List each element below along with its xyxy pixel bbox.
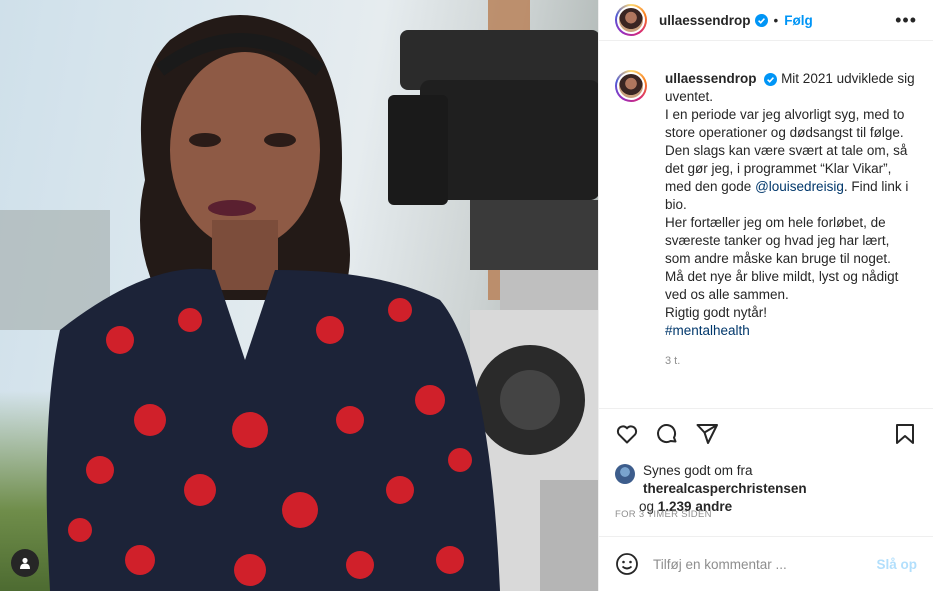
caption: ullaessendrop Mit 2021 udviklede sig uve… (615, 70, 917, 398)
separator-dot: • (773, 12, 779, 28)
liker-avatar[interactable] (615, 464, 635, 484)
comment-box: Tilføj en kommentar ... Slå op (599, 536, 933, 591)
verified-icon (764, 72, 778, 86)
hashtag-link[interactable]: #mentalhealth (665, 323, 750, 338)
post-comment-button[interactable]: Slå op (876, 557, 917, 572)
bookmark-icon[interactable] (893, 422, 917, 446)
comment-input[interactable]: Tilføj en kommentar ... (653, 557, 787, 572)
action-bar (599, 408, 933, 458)
verified-icon (754, 13, 768, 27)
caption-text: ullaessendrop Mit 2021 udviklede sig uve… (665, 70, 917, 398)
likes-prefix: Synes godt om fra (643, 463, 753, 478)
username-link[interactable]: ullaessendrop (659, 13, 751, 28)
photo-illustration (46, 15, 598, 591)
comment-icon[interactable] (655, 422, 679, 446)
mention-link[interactable]: @louisedreisig (755, 179, 844, 194)
caption-paragraph: Her fortæller jeg om hele forløbet, de s… (665, 215, 891, 266)
user-icon (20, 557, 30, 569)
emoji-icon[interactable] (615, 552, 639, 576)
heart-icon[interactable] (615, 422, 639, 446)
caption-paragraph: Må det nye år blive mildt, lyst og nådig… (665, 269, 899, 302)
caption-paragraph: Rigtig godt nytår! (665, 305, 768, 320)
post-photo[interactable] (0, 0, 598, 591)
more-options-icon[interactable]: ••• (895, 10, 917, 31)
caption-timestamp: 3 t. (665, 355, 681, 367)
caption-paragraph: I en periode var jeg alvorligt syg, med … (665, 107, 905, 140)
post-header: ullaessendrop • Følg ••• (599, 0, 933, 41)
post-sidebar: ullaessendrop • Følg ••• ullaessendrop M… (598, 0, 933, 591)
post-timestamp[interactable]: FOR 3 TIMER SIDEN (615, 509, 712, 520)
follow-button[interactable]: Følg (784, 13, 813, 28)
liker-username[interactable]: therealcasperchristensen (643, 481, 807, 496)
avatar[interactable] (615, 4, 647, 36)
caption-avatar[interactable] (615, 70, 647, 102)
share-icon[interactable] (695, 422, 719, 446)
tagged-users-button[interactable] (11, 549, 39, 577)
likes-summary: Synes godt om fra therealcasperchristens… (615, 462, 917, 516)
caption-username[interactable]: ullaessendrop (665, 71, 757, 86)
